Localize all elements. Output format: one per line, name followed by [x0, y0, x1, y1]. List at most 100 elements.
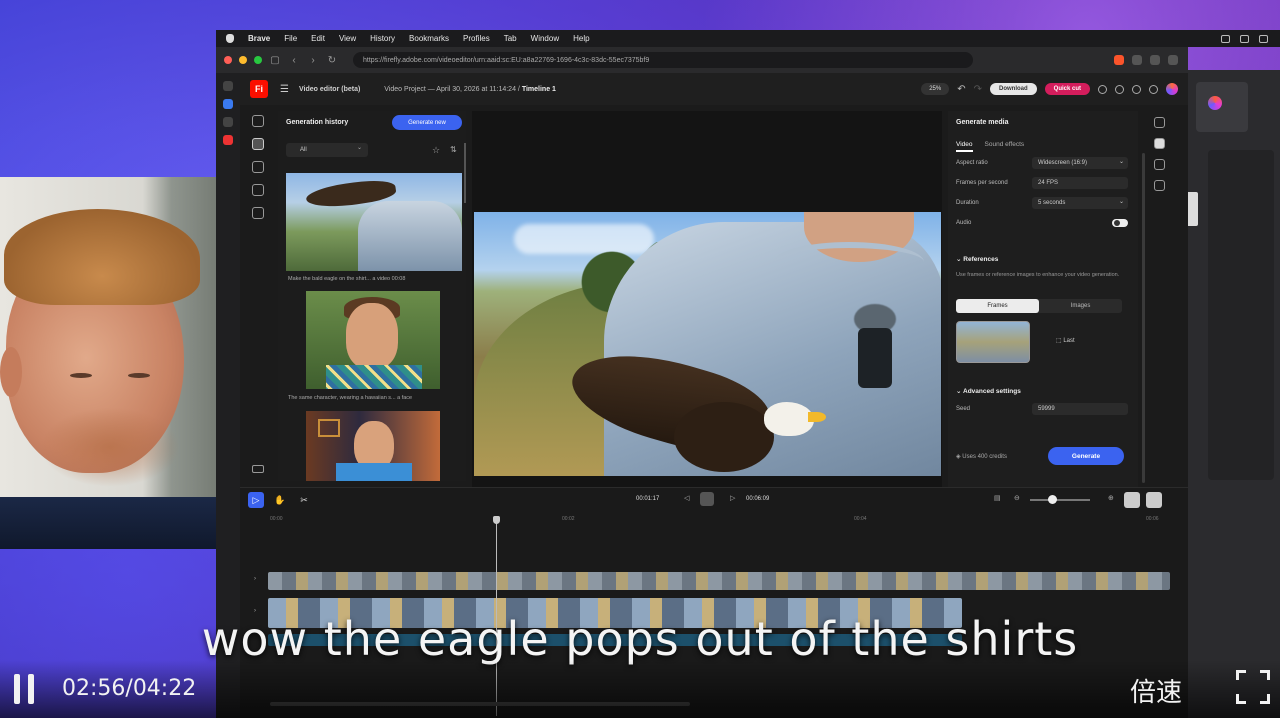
tab-sound-effects[interactable]: Sound effects: [985, 141, 1025, 152]
aspect-ratio-dropdown[interactable]: Widescreen (16:9): [1032, 157, 1128, 169]
media-icon[interactable]: [252, 115, 264, 127]
help-icon[interactable]: [1115, 84, 1124, 94]
menu-bookmarks[interactable]: Bookmarks: [409, 34, 449, 43]
app-title: Video editor (beta): [298, 85, 361, 93]
minimize-window-button[interactable]: [239, 56, 247, 64]
address-bar[interactable]: https://firefly.adobe.com/videoeditor/ur…: [353, 52, 973, 68]
color-icon[interactable]: [1154, 180, 1165, 191]
audio-icon[interactable]: [1154, 159, 1165, 170]
avatar[interactable]: [1166, 83, 1178, 95]
hand-tool-icon[interactable]: ✋: [272, 492, 288, 508]
adjust-icon[interactable]: [1154, 117, 1165, 128]
settings-scrollbar[interactable]: [1142, 153, 1145, 483]
seed-input[interactable]: 59999: [1032, 403, 1128, 415]
history-scrollbar[interactable]: [464, 143, 466, 203]
advanced-settings-heading[interactable]: ⌄ Advanced settings: [956, 387, 1021, 395]
redo-icon[interactable]: ↷: [974, 84, 982, 95]
track-expand-icon[interactable]: ›: [254, 576, 256, 582]
frames-option[interactable]: Frames: [956, 299, 1039, 313]
pause-button[interactable]: [10, 674, 38, 704]
view-toggle-icon[interactable]: [1124, 492, 1140, 508]
reload-icon[interactable]: ↻: [326, 55, 338, 66]
menu-tab[interactable]: Tab: [504, 34, 517, 43]
apple-icon[interactable]: [226, 34, 234, 43]
menu-brave[interactable]: Brave: [248, 34, 270, 43]
history-filter-dropdown[interactable]: All: [286, 143, 368, 157]
captions-icon[interactable]: ▤: [994, 494, 1001, 502]
history-thumbnail[interactable]: [286, 173, 462, 271]
extension-icon[interactable]: [1132, 55, 1142, 65]
playback-speed-button[interactable]: 倍速: [1130, 672, 1182, 709]
battery-icon[interactable]: [1240, 34, 1249, 43]
brave-shield-icon[interactable]: [1114, 55, 1124, 65]
timeline-zoom-slider[interactable]: [1030, 499, 1090, 501]
menu-view[interactable]: View: [339, 34, 356, 43]
generate-button[interactable]: Generate: [1048, 447, 1124, 465]
wifi-icon[interactable]: [1259, 34, 1268, 43]
zoom-in-icon[interactable]: ⊕: [1108, 494, 1114, 502]
sidebar-toggle-icon[interactable]: ▢: [269, 55, 281, 66]
notification-icon[interactable]: [1132, 84, 1141, 94]
apps-grid-icon[interactable]: [1149, 84, 1158, 94]
edit-icon[interactable]: [1154, 138, 1165, 149]
sidebar-youtube-icon[interactable]: [223, 135, 233, 145]
cut-tool-icon[interactable]: ✂: [296, 492, 312, 508]
play-button[interactable]: [700, 492, 714, 506]
menu-icon[interactable]: [1168, 55, 1178, 65]
sidebar-app-icon[interactable]: [223, 99, 233, 109]
fps-value[interactable]: 24 FPS: [1032, 177, 1128, 189]
user-icon[interactable]: [1098, 84, 1107, 94]
history-thumbnail[interactable]: [306, 411, 440, 481]
generate-new-button[interactable]: Generate new: [392, 115, 462, 130]
zoom-out-icon[interactable]: ⊖: [1014, 494, 1020, 502]
settings-icon[interactable]: [1221, 34, 1230, 43]
video-preview[interactable]: [474, 212, 941, 476]
zoom-dropdown[interactable]: 25%: [921, 83, 950, 95]
back-icon[interactable]: ‹: [288, 55, 300, 66]
thumbnail-shirt: [336, 463, 412, 481]
duration-dropdown[interactable]: 5 seconds: [1032, 197, 1128, 209]
close-window-button[interactable]: [224, 56, 232, 64]
view-toggle-icon[interactable]: [1146, 492, 1162, 508]
timeline-name[interactable]: Timeline 1: [522, 86, 556, 93]
zoom-window-button[interactable]: [254, 56, 262, 64]
step-back-icon[interactable]: ◁: [684, 494, 689, 502]
references-heading[interactable]: ⌄ References: [956, 255, 998, 263]
sidebar-panel-icon[interactable]: [223, 81, 233, 91]
project-name[interactable]: Video Project — April 30, 2026 at 11:14:…: [384, 86, 516, 93]
audio-toggle[interactable]: [1112, 219, 1128, 227]
menu-help[interactable]: Help: [573, 34, 589, 43]
generate-icon[interactable]: [252, 138, 264, 150]
last-frame-slot[interactable]: ⬚ Last: [1056, 337, 1075, 344]
menu-icon[interactable]: ☰: [280, 84, 289, 95]
star-icon[interactable]: ☆: [432, 145, 440, 156]
step-forward-icon[interactable]: ▷: [730, 494, 735, 502]
zoom-slider-knob[interactable]: [1048, 495, 1057, 504]
firefly-logo[interactable]: Fi: [250, 80, 268, 98]
text-icon[interactable]: [252, 161, 264, 173]
fullscreen-icon[interactable]: [1236, 670, 1270, 704]
history-caption: Make the bald eagle on the shirt... a vi…: [288, 276, 406, 282]
history-thumbnail[interactable]: [306, 291, 440, 389]
menu-history[interactable]: History: [370, 34, 395, 43]
sidebar-x-icon[interactable]: [223, 117, 233, 127]
extension-icon[interactable]: [1150, 55, 1160, 65]
download-button[interactable]: Download: [989, 83, 1037, 95]
sort-icon[interactable]: ⇅: [450, 145, 457, 154]
video-track-clip[interactable]: [268, 572, 1170, 590]
images-option[interactable]: Images: [1039, 299, 1122, 313]
undo-icon[interactable]: ↶: [957, 84, 965, 95]
forward-icon[interactable]: ›: [307, 55, 319, 66]
film-icon[interactable]: [252, 465, 264, 473]
quick-cut-button[interactable]: Quick cut: [1044, 83, 1090, 95]
menu-file[interactable]: File: [284, 34, 297, 43]
menu-profiles[interactable]: Profiles: [463, 34, 490, 43]
menu-window[interactable]: Window: [531, 34, 559, 43]
select-tool-icon[interactable]: ▷: [248, 492, 264, 508]
first-frame-thumbnail[interactable]: [956, 321, 1030, 363]
menu-edit[interactable]: Edit: [311, 34, 325, 43]
shapes-icon[interactable]: [252, 207, 264, 219]
transitions-icon[interactable]: [252, 184, 264, 196]
timeline-ruler[interactable]: 00:00 00:02 00:04 00:06: [270, 516, 1159, 524]
tab-video[interactable]: Video: [956, 141, 973, 152]
